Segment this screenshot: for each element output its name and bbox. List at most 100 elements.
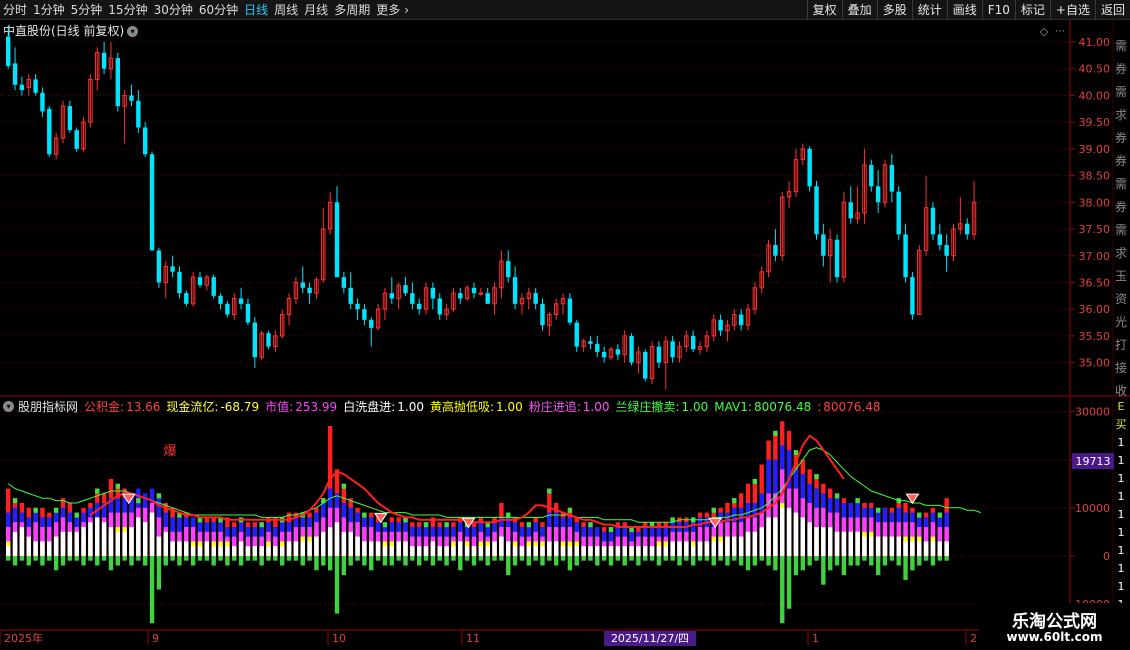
bar-negative xyxy=(506,555,511,576)
bar-layer xyxy=(554,541,559,556)
bar-layer xyxy=(478,546,484,556)
candle-body xyxy=(834,239,840,278)
candle-body xyxy=(355,303,360,310)
bar-layer xyxy=(321,531,326,556)
bar-layer xyxy=(595,546,600,556)
price-tick-label: 39.00 xyxy=(1079,143,1111,156)
candle-body xyxy=(656,346,662,363)
bar-layer xyxy=(149,512,155,556)
bar-layer xyxy=(33,541,38,556)
candle-body xyxy=(67,106,73,131)
candle-body xyxy=(143,127,148,155)
bar-negative xyxy=(143,555,148,566)
bar-layer xyxy=(711,541,716,556)
bar-negative xyxy=(697,555,703,561)
bar-layer xyxy=(759,527,764,556)
candle-body xyxy=(369,319,374,328)
bar-negative xyxy=(19,555,25,561)
strip-char: 需 xyxy=(1115,223,1127,237)
bar-accent xyxy=(752,478,758,484)
value-number: 80076.48 xyxy=(753,399,812,414)
indicator-value: 现金流亿: -68.79 xyxy=(166,398,259,415)
candle-body xyxy=(129,95,134,101)
bar-layer xyxy=(841,531,847,556)
bar-negative xyxy=(677,555,682,566)
bar-negative xyxy=(327,555,333,571)
indicator-value: :80076.48 xyxy=(817,400,880,414)
price-tick-label: 36.50 xyxy=(1079,276,1111,289)
bar-layer xyxy=(314,536,319,556)
bar-negative xyxy=(341,555,347,576)
price-tick-label: 35.00 xyxy=(1079,357,1111,370)
bar-negative xyxy=(567,555,573,571)
bar-negative xyxy=(834,555,840,566)
bar-layer xyxy=(245,546,251,556)
chevron-down-icon[interactable]: ▾ xyxy=(3,401,14,412)
bar-negative xyxy=(252,555,257,561)
bar-negative xyxy=(663,555,668,561)
bar-layer xyxy=(800,517,805,556)
candle-body xyxy=(471,287,477,294)
bar-layer xyxy=(74,531,79,556)
bar-layer xyxy=(643,546,648,556)
bar-layer xyxy=(519,546,525,556)
candle-body xyxy=(691,335,696,350)
bar-negative xyxy=(211,555,216,566)
bar-accent xyxy=(423,522,429,528)
date-axis: 2025年 9 10 11 1 22025/11/27/四 xyxy=(0,630,977,646)
bar-negative xyxy=(704,555,710,561)
candle-body xyxy=(12,63,18,85)
indicator-tick-label: 10000 xyxy=(1075,502,1110,515)
bar-accent xyxy=(136,498,141,504)
bar-accent xyxy=(53,507,59,513)
bar-layer xyxy=(882,536,888,556)
diamond-icon[interactable]: ◇ xyxy=(1040,25,1049,38)
candle-body xyxy=(245,303,251,323)
bar-layer xyxy=(369,541,374,556)
bar-layer xyxy=(451,546,456,556)
bar-negative xyxy=(47,555,52,561)
value-label: 现金流亿: xyxy=(166,400,219,414)
watermark: 乐淘公式网 www.60lt.com xyxy=(979,603,1130,650)
bar-layer xyxy=(581,546,586,556)
date-label: 2025年 xyxy=(4,631,43,645)
bar-layer xyxy=(649,546,655,556)
bar-layer xyxy=(780,507,785,556)
bar-negative xyxy=(40,555,45,566)
bar-negative xyxy=(293,555,299,561)
value-label: 兰绿庄撤卖: xyxy=(615,400,680,414)
bar-negative xyxy=(149,555,155,624)
candle-body xyxy=(403,285,408,294)
bar-negative xyxy=(286,555,292,561)
bar-layer xyxy=(670,541,675,556)
bar-negative xyxy=(745,555,751,571)
candle-body xyxy=(588,341,593,344)
bar-negative xyxy=(362,555,367,566)
bar-layer xyxy=(464,546,470,556)
date-label: 11 xyxy=(466,632,480,645)
bar-layer xyxy=(930,541,936,556)
ellipsis-icon: ⋯ xyxy=(1055,26,1065,37)
indicator-name: 股朋指标网 xyxy=(18,400,79,414)
chart-area[interactable]: 41.00 40.50 40.00 39.50 39.00 38.50 38.00 37.50… xyxy=(0,0,1130,650)
bar-accent xyxy=(567,507,573,513)
bar-accent xyxy=(814,474,819,480)
bar-accent xyxy=(12,498,18,504)
bar-layer xyxy=(67,531,73,556)
burst-label: 爆 xyxy=(163,444,176,459)
bar-accent xyxy=(732,498,737,504)
strip-char: 收 xyxy=(1115,384,1127,398)
bar-layer xyxy=(903,541,908,556)
price-tick-label: 35.50 xyxy=(1079,330,1111,343)
bar-layer xyxy=(88,522,93,556)
bar-layer xyxy=(889,536,895,556)
candle-body xyxy=(430,287,436,299)
bar-layer xyxy=(108,527,114,556)
bar-layer xyxy=(26,536,31,556)
bar-layer xyxy=(471,546,477,556)
bar-layer xyxy=(12,531,18,556)
bar-negative xyxy=(656,555,662,566)
candle-body xyxy=(944,245,949,256)
bar-layer xyxy=(136,517,141,556)
candle-body xyxy=(485,293,490,304)
